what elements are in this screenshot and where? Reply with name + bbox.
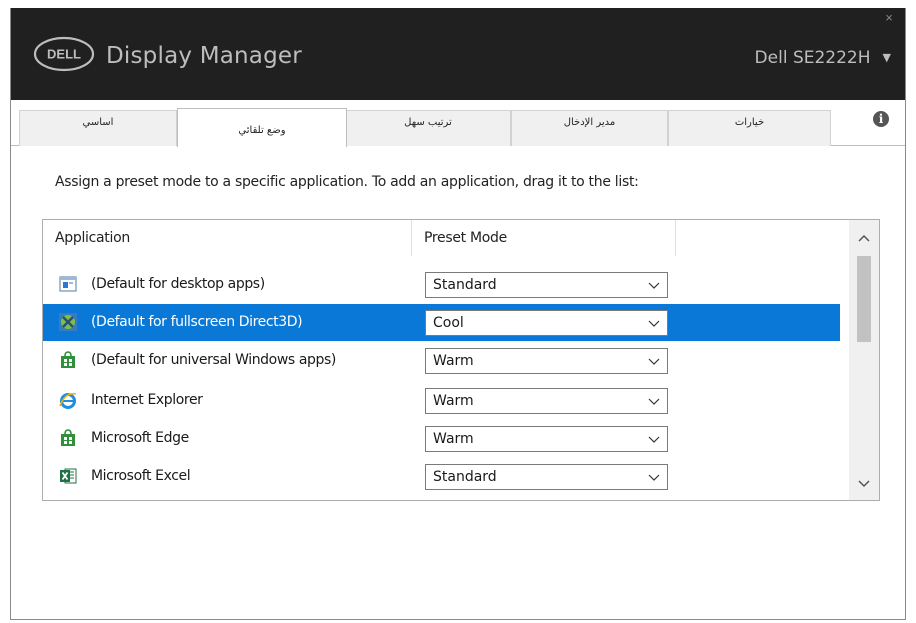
app-title: Display Manager <box>106 43 302 69</box>
preset-mode-select[interactable]: Warm <box>425 388 668 414</box>
instruction-text: Assign a preset mode to a specific appli… <box>55 174 639 190</box>
dell-logo: DELL <box>33 36 95 72</box>
preset-mode-select[interactable]: Cool <box>425 310 668 336</box>
column-header-application[interactable]: Application <box>43 220 412 256</box>
tab-input-manager[interactable]: مدير الإدخال <box>511 110 668 146</box>
app-name: (Default for fullscreen Direct3D) <box>91 314 303 330</box>
excel-icon <box>60 468 77 484</box>
dell-logo-text: DELL <box>47 47 81 62</box>
tab-options[interactable]: خيارات <box>668 110 831 146</box>
preset-mode-value: Standard <box>433 277 497 293</box>
preset-mode-value: Warm <box>433 353 474 369</box>
chevron-down-icon <box>648 474 660 481</box>
app-name: Microsoft Edge <box>91 430 189 446</box>
dropdown-caret-icon: ▼ <box>882 51 891 64</box>
tab-easy-arrange[interactable]: ترتيب سهل <box>345 110 511 146</box>
internet-explorer-icon <box>59 392 77 409</box>
app-name: Internet Explorer <box>91 392 203 408</box>
title-bar: DELL Display Manager × Dell SE2222H ▼ <box>11 8 905 100</box>
preset-mode-select[interactable]: Warm <box>425 348 668 374</box>
chevron-down-icon <box>648 436 660 443</box>
preset-mode-value: Cool <box>433 315 464 331</box>
table-row[interactable]: Internet Explorer Warm <box>43 382 840 419</box>
chevron-down-icon <box>648 398 660 405</box>
vertical-scrollbar[interactable] <box>849 220 879 500</box>
list-header: Application Preset Mode <box>43 220 840 256</box>
direct3d-icon <box>59 313 77 331</box>
table-row[interactable]: (Default for desktop apps) Standard <box>43 266 840 303</box>
tab-bar: اساسي مدير الإدخال خيارات ترتيب سهل وضع … <box>11 100 905 147</box>
info-icon[interactable]: i <box>873 111 889 127</box>
column-header-preset-mode[interactable]: Preset Mode <box>412 220 676 256</box>
monitor-name: Dell SE2222H <box>754 48 871 68</box>
chevron-down-icon <box>648 358 660 365</box>
scroll-up-arrow-icon[interactable] <box>849 224 879 254</box>
desktop-app-icon <box>59 276 77 292</box>
monitor-selector[interactable]: Dell SE2222H ▼ <box>755 48 891 68</box>
table-row[interactable]: Microsoft Edge Warm <box>43 420 840 457</box>
tab-auto-mode[interactable]: وضع تلقائي <box>177 108 347 147</box>
store-icon <box>61 351 75 368</box>
application-list[interactable]: Application Preset Mode (Default for des… <box>42 219 880 501</box>
preset-mode-select[interactable]: Standard <box>425 272 668 298</box>
preset-mode-value: Warm <box>433 431 474 447</box>
scrollbar-thumb[interactable] <box>857 256 871 342</box>
close-button[interactable]: × <box>882 11 896 25</box>
preset-mode-select[interactable]: Warm <box>425 426 668 452</box>
chevron-down-icon <box>648 320 660 327</box>
app-name: (Default for universal Windows apps) <box>91 352 336 368</box>
table-row[interactable]: Microsoft Excel Standard <box>43 458 840 495</box>
preset-mode-value: Standard <box>433 469 497 485</box>
preset-mode-select[interactable]: Standard <box>425 464 668 490</box>
table-row-selected[interactable]: (Default for fullscreen Direct3D) Cool <box>43 304 840 341</box>
scroll-down-arrow-icon[interactable] <box>849 468 879 498</box>
table-row[interactable]: (Default for universal Windows apps) War… <box>43 342 840 379</box>
preset-mode-value: Warm <box>433 393 474 409</box>
app-name: (Default for desktop apps) <box>91 276 265 292</box>
store-icon <box>61 429 75 446</box>
app-name: Microsoft Excel <box>91 468 191 484</box>
tab-basic[interactable]: اساسي <box>19 110 177 146</box>
chevron-down-icon <box>648 282 660 289</box>
